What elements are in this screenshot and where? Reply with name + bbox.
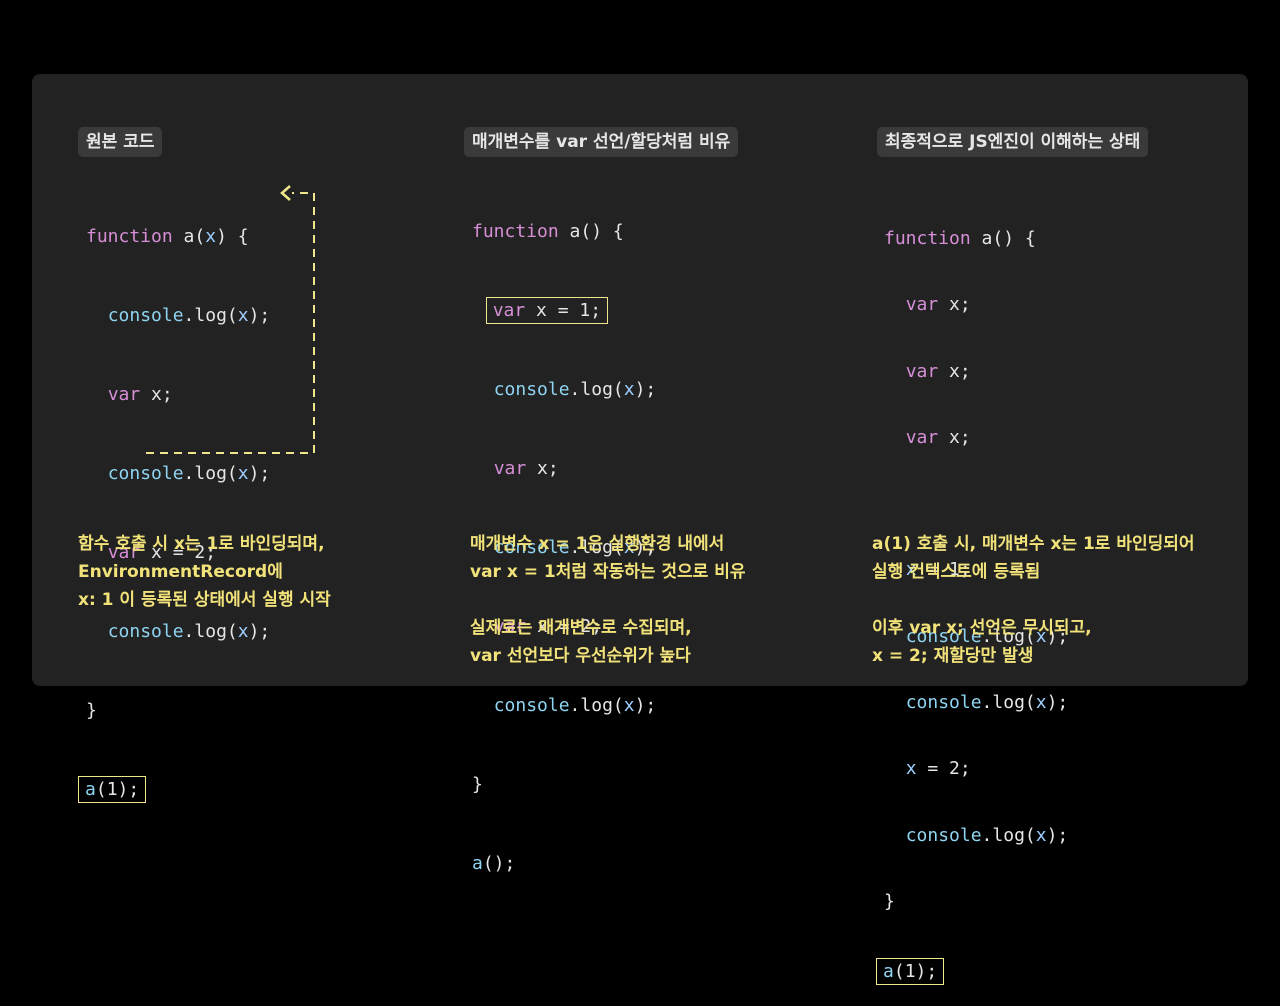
note-engine: a(1) 호출 시, 매개변수 x는 1로 바인딩되어 실행 컨텍스트에 등록됨…: [872, 534, 1195, 666]
call-highlight-box: a(1);: [78, 776, 147, 803]
tag-engine-state: 최종적으로 JS엔진이 이해하는 상태: [877, 127, 1149, 157]
note-original: 함수 호출 시 x는 1로 바인딩되며, EnvironmentRecord에 …: [78, 534, 331, 610]
code-block-original: function a(x) { console.log(x); var x; c…: [78, 176, 270, 829]
tag-original-code: 원본 코드: [78, 127, 163, 157]
var-assign-highlight-box: var x = 1;: [485, 297, 609, 324]
engine-call-highlight-box: a(1);: [876, 958, 945, 986]
note-analogy: 매개변수 x = 1은 실행환경 내에서 var x = 1처럼 작동하는 것으…: [470, 534, 746, 666]
tag-param-analogy: 매개변수를 var 선언/할당처럼 비유: [464, 127, 739, 157]
